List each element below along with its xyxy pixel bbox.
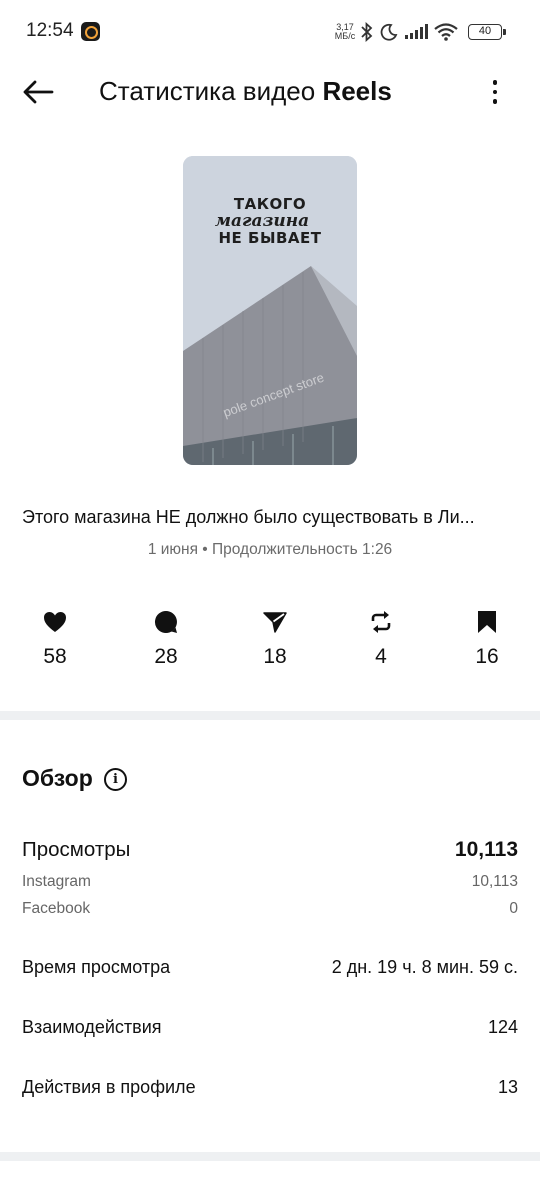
profile-actions-label: Действия в профиле	[22, 1077, 196, 1097]
battery-icon: 40	[468, 24, 506, 40]
share-icon	[263, 612, 287, 633]
thumbnail-line-2: магазина	[214, 211, 310, 231]
wifi-icon	[434, 23, 458, 41]
thumbnail-line-3: НЕ БЫВАЕТ	[218, 229, 322, 247]
views-row: Просмотры 10,113	[22, 838, 518, 862]
post-caption: Этого магазина НЕ должно было существова…	[22, 507, 475, 527]
bluetooth-icon	[361, 22, 373, 42]
interactions-value: 124	[487, 1017, 518, 1037]
instagram-row: Instagram 10,113	[22, 873, 518, 891]
comment-icon	[154, 610, 177, 633]
instagram-label: Instagram	[22, 873, 91, 890]
app-header: Статистика видео Reels	[0, 62, 540, 122]
interactions-label: Взаимодействия	[22, 1017, 162, 1037]
thumbnail-headline: ТАКОГО магазина НЕ БЫВАЕТ	[183, 196, 357, 247]
back-arrow-icon	[23, 80, 54, 104]
views-label: Просмотры	[22, 838, 131, 861]
comments-count: 28	[154, 645, 178, 668]
app-notification-icon	[81, 22, 100, 41]
reposts-stat: 4	[346, 608, 416, 669]
comments-stat: 28	[131, 608, 201, 669]
watch-time-row: Время просмотра 2 дн. 19 ч. 8 мин. 59 с.	[22, 957, 518, 978]
moon-icon	[380, 23, 398, 41]
profile-actions-value: 13	[497, 1077, 518, 1097]
network-speed: 3,17 МБ/с	[333, 23, 357, 41]
facebook-row: Facebook 0	[22, 900, 518, 918]
more-options-button[interactable]	[480, 74, 510, 110]
reel-thumbnail[interactable]: ТАКОГО магазина НЕ БЫВАЕТ pole concept s…	[183, 156, 357, 465]
status-icons: 40	[360, 20, 506, 44]
facebook-label: Facebook	[22, 900, 91, 917]
instagram-value: 10,113	[471, 873, 518, 890]
likes-stat: 58	[20, 608, 90, 669]
saves-stat: 16	[452, 608, 522, 669]
profile-actions-row[interactable]: Действия в профиле 13	[22, 1077, 518, 1098]
page-title-bold: Reels	[322, 76, 392, 106]
page-title-regular: Статистика видео	[99, 76, 323, 106]
page-title: Статистика видео Reels	[99, 76, 392, 107]
status-bar: 12:54 3,17 МБ/с 40	[0, 0, 540, 62]
interactions-row[interactable]: Взаимодействия 124	[22, 1017, 518, 1038]
more-vertical-icon	[492, 80, 498, 85]
saves-count: 16	[475, 645, 499, 668]
network-speed-unit: МБ/с	[334, 31, 356, 41]
views-value: 10,113	[454, 838, 518, 861]
engagement-row: 58 28 18 4 16	[0, 608, 540, 678]
overview-title: Обзор	[22, 765, 93, 791]
repost-icon	[371, 611, 391, 633]
watch-time-label: Время просмотра	[22, 957, 171, 977]
section-divider	[0, 711, 540, 720]
bookmark-icon	[478, 611, 496, 633]
likes-count: 58	[43, 645, 67, 668]
shares-stat: 18	[240, 608, 310, 669]
signal-icon	[405, 24, 428, 39]
back-button[interactable]	[18, 74, 58, 110]
shares-count: 18	[263, 645, 287, 668]
watch-time-value: 2 дн. 19 ч. 8 мин. 59 с.	[331, 957, 518, 977]
status-time: 12:54	[26, 20, 74, 41]
info-icon[interactable]: i	[104, 768, 127, 791]
reposts-count: 4	[375, 645, 387, 668]
post-meta: 1 июня • Продолжительность 1:26	[147, 541, 393, 558]
section-divider-bottom	[0, 1152, 540, 1161]
facebook-value: 0	[509, 900, 518, 917]
heart-icon	[44, 612, 66, 632]
battery-level: 40	[478, 25, 492, 37]
